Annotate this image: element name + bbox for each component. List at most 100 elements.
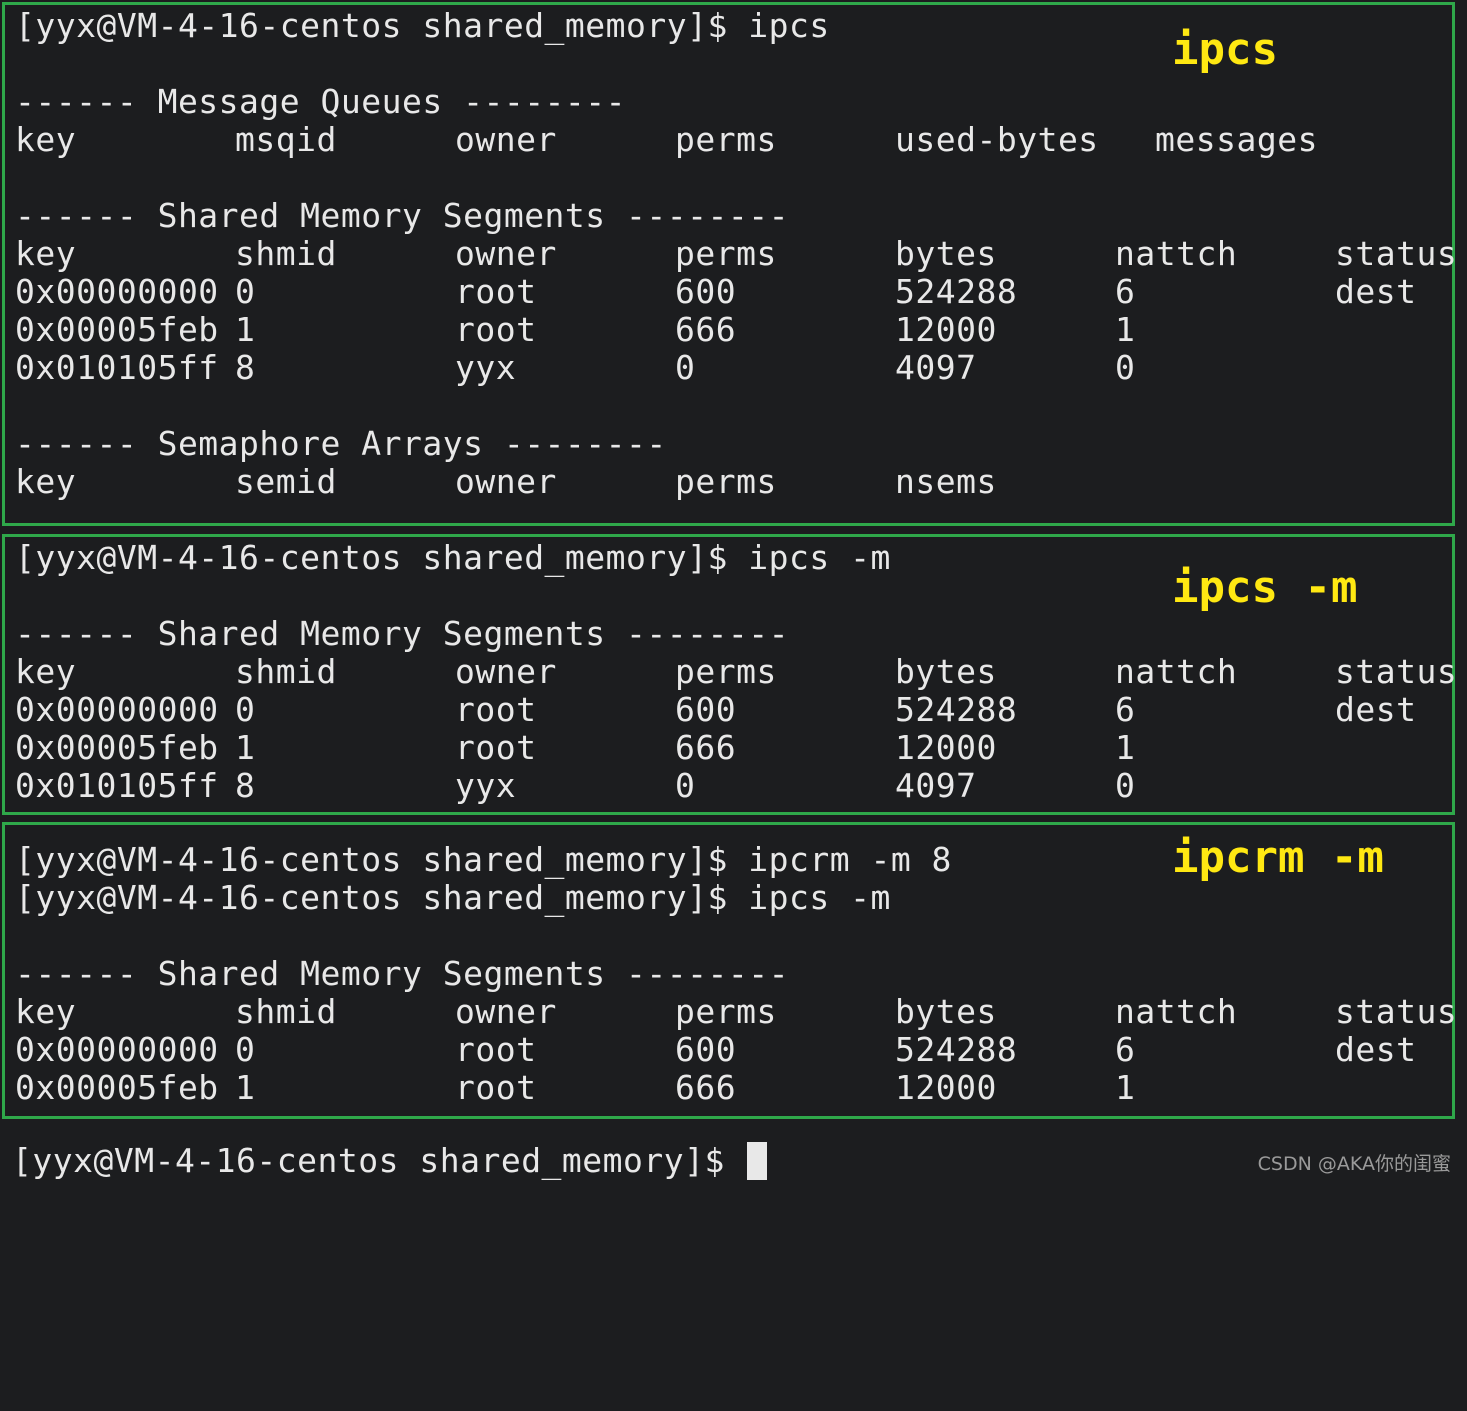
- command-line: [yyx@VM-4-16-centos shared_memory]$ ipcr…: [15, 841, 952, 879]
- column-header: nattch: [1115, 652, 1238, 691]
- cell-key: 0x00005feb: [15, 310, 219, 349]
- final-command-line[interactable]: [yyx@VM-4-16-centos shared_memory]$: [12, 1141, 768, 1180]
- cell-owner: yyx: [455, 348, 517, 387]
- cell-shmid: 0: [235, 272, 256, 311]
- table-row: 0x00005feb 1 root 666 12000 1: [15, 729, 1135, 767]
- cell-shmid: 8: [235, 348, 256, 387]
- section-title-shared-memory: ------ Shared Memory Segments --------: [15, 196, 789, 235]
- column-header: nattch: [1115, 992, 1238, 1031]
- cell-key: 0x00005feb: [15, 1068, 219, 1107]
- cell-shmid: 1: [235, 728, 256, 767]
- column-header: status: [1335, 992, 1458, 1031]
- column-header: perms: [675, 652, 777, 691]
- cell-perms: 600: [675, 1030, 737, 1069]
- cell-perms: 0: [675, 766, 696, 805]
- cell-nattch: 6: [1115, 1030, 1136, 1069]
- table-row: 0x010105ff 8 yyx 0 4097 0: [15, 349, 1135, 387]
- shell-prompt: [yyx@VM-4-16-centos shared_memory]$: [15, 6, 749, 45]
- shell-prompt: [yyx@VM-4-16-centos shared_memory]$: [15, 538, 749, 577]
- cell-bytes: 4097: [895, 348, 977, 387]
- column-header: bytes: [895, 992, 997, 1031]
- watermark: CSDN @AKA你的闺蜜: [1257, 1153, 1451, 1175]
- cell-nattch: 6: [1115, 272, 1136, 311]
- table-header-message-queues: key msqid owner perms used-bytes message…: [15, 120, 1317, 159]
- cell-bytes: 12000: [895, 1068, 997, 1107]
- cell-perms: 600: [675, 690, 737, 729]
- table-header-semaphore-arrays: key semid owner perms nsems: [15, 462, 996, 501]
- table-header-shared-memory: key shmid owner perms bytes nattch statu…: [15, 235, 1457, 273]
- cell-key: 0x00005feb: [15, 728, 219, 767]
- section-title-shared-memory: ------ Shared Memory Segments --------: [15, 614, 789, 653]
- annotation-label: ipcs -m: [1172, 562, 1358, 613]
- annotation-label: ipcs: [1172, 24, 1278, 75]
- column-header: shmid: [235, 992, 337, 1031]
- column-header: status: [1335, 234, 1458, 273]
- cell-bytes: 524288: [895, 690, 1018, 729]
- ipcs-output-panel: [yyx@VM-4-16-centos shared_memory]$ ipcs…: [2, 2, 1457, 526]
- cell-perms: 666: [675, 1068, 737, 1107]
- column-header: perms: [675, 120, 777, 159]
- column-header: owner: [455, 652, 557, 691]
- cell-shmid: 8: [235, 766, 256, 805]
- cell-nattch: 0: [1115, 348, 1136, 387]
- cell-nattch: 1: [1115, 728, 1136, 767]
- command-text: ipcrm -m 8: [748, 840, 952, 879]
- cell-key: 0x00000000: [15, 690, 219, 729]
- cell-bytes: 4097: [895, 766, 977, 805]
- table-header-shared-memory: key shmid owner perms bytes nattch statu…: [15, 653, 1457, 691]
- ipcrm-output-panel: [yyx@VM-4-16-centos shared_memory]$ ipcr…: [2, 822, 1458, 1119]
- cell-owner: root: [455, 310, 537, 349]
- cell-perms: 600: [675, 272, 737, 311]
- column-header: bytes: [895, 234, 997, 273]
- cell-bytes: 12000: [895, 310, 997, 349]
- table-row: 0x010105ff 8 yyx 0 4097 0: [15, 767, 1135, 805]
- cell-status: dest: [1335, 690, 1417, 729]
- column-header: messages: [1155, 120, 1318, 159]
- cell-nattch: 6: [1115, 690, 1136, 729]
- column-header: used-bytes: [895, 120, 1099, 159]
- command-line: [yyx@VM-4-16-centos shared_memory]$ ipcs: [15, 7, 830, 45]
- cell-key: 0x010105ff: [15, 766, 219, 805]
- column-header: perms: [675, 234, 777, 273]
- column-header: owner: [455, 992, 557, 1031]
- table-row: 0x00000000 0 root 600 524288 6 dest: [15, 691, 1416, 729]
- column-header: bytes: [895, 652, 997, 691]
- column-header: key: [15, 992, 77, 1031]
- table-row: 0x00000000 0 root 600 524288 6 dest: [15, 1031, 1416, 1069]
- column-header: owner: [455, 120, 557, 159]
- cell-owner: root: [455, 728, 537, 767]
- cell-shmid: 0: [235, 690, 256, 729]
- cell-bytes: 12000: [895, 728, 997, 767]
- text-cursor: [747, 1142, 768, 1180]
- column-header: nsems: [895, 462, 997, 501]
- column-header: perms: [675, 992, 777, 1031]
- table-row: 0x00000000 0 root 600 524288 6 dest: [15, 273, 1416, 311]
- cell-perms: 666: [675, 728, 737, 767]
- cell-perms: 666: [675, 310, 737, 349]
- column-header: msqid: [235, 120, 337, 159]
- column-header: key: [15, 120, 77, 159]
- column-header: shmid: [235, 234, 337, 273]
- table-row: 0x00005feb 1 root 666 12000 1: [15, 311, 1135, 349]
- cell-owner: root: [455, 1068, 537, 1107]
- section-title-semaphore-arrays: ------ Semaphore Arrays --------: [15, 424, 667, 463]
- column-header: shmid: [235, 652, 337, 691]
- shell-prompt: [yyx@VM-4-16-centos shared_memory]$: [15, 840, 749, 879]
- cell-key: 0x00000000: [15, 1030, 219, 1069]
- cell-key: 0x010105ff: [15, 348, 219, 387]
- cell-owner: root: [455, 690, 537, 729]
- cell-shmid: 1: [235, 1068, 256, 1107]
- table-row: 0x00005feb 1 root 666 12000 1: [15, 1069, 1135, 1107]
- column-header: key: [15, 462, 77, 501]
- cell-status: dest: [1335, 1030, 1417, 1069]
- column-header: perms: [675, 462, 777, 501]
- shell-prompt: [yyx@VM-4-16-centos shared_memory]$: [12, 1141, 725, 1180]
- cell-owner: root: [455, 272, 537, 311]
- command-text: ipcs -m: [748, 878, 891, 917]
- cell-bytes: 524288: [895, 1030, 1018, 1069]
- cell-perms: 0: [675, 348, 696, 387]
- cell-owner: yyx: [455, 766, 517, 805]
- cell-key: 0x00000000: [15, 272, 219, 311]
- cell-status: dest: [1335, 272, 1417, 311]
- column-header: nattch: [1115, 234, 1238, 273]
